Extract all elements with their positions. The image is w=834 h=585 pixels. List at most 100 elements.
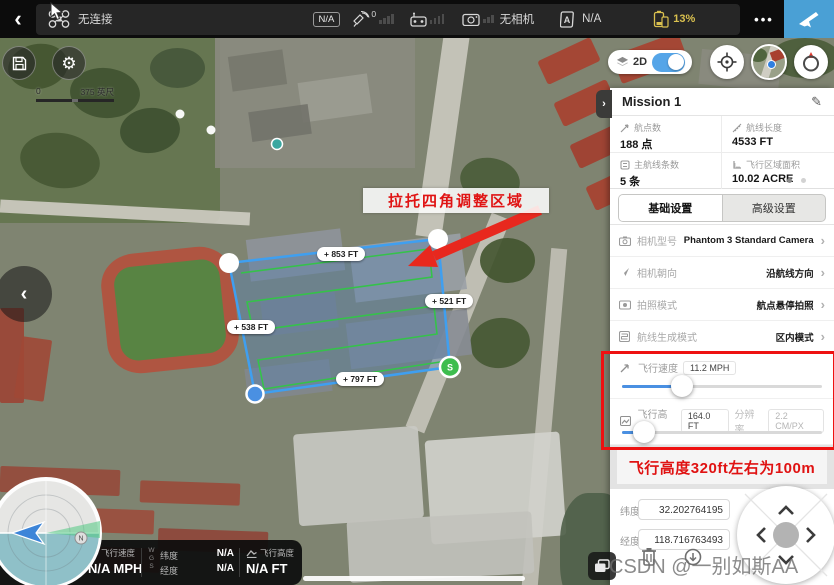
speed-slider-track[interactable] — [622, 385, 822, 388]
north-label: N — [78, 536, 83, 543]
collapse-panel-tab[interactable]: › — [596, 90, 612, 118]
longitude-label: 经度 — [620, 533, 640, 548]
tele-lng-value: N/A — [206, 563, 234, 574]
page-dot-active[interactable] — [787, 178, 792, 183]
nudge-left-icon[interactable] — [758, 528, 765, 542]
more-menu-button[interactable]: ••• — [744, 12, 784, 27]
capture-mode-icon — [619, 300, 631, 310]
stat-waypoints: 航点数 188 点 — [610, 116, 722, 153]
tutorial-annotation: 拉托四角调整区域 — [363, 188, 549, 213]
camera-signal-bars — [483, 15, 494, 23]
battery-icon — [653, 10, 669, 28]
scale-bar-line — [36, 99, 114, 102]
fly-button[interactable] — [784, 0, 834, 38]
crosshair-icon — [717, 52, 737, 72]
chevron-right-icon: › — [821, 265, 825, 280]
setting-route-mode[interactable]: 航线生成模式 区内模式 › — [610, 321, 834, 353]
chevron-right-icon: › — [821, 233, 825, 248]
nudge-center-knob[interactable] — [773, 522, 799, 548]
minimap-trees — [751, 48, 767, 62]
mission-title: Mission 1 — [622, 94, 811, 109]
tele-lat-label: 纬度 — [160, 549, 178, 562]
edit-mission-icon[interactable]: ✎ — [811, 94, 822, 110]
view-mode-control[interactable]: 2D — [608, 50, 692, 74]
gps-signal-bars — [379, 14, 394, 24]
setting-capture-mode[interactable]: 拍照模式 航点悬停拍照 › — [610, 289, 834, 321]
route-length-icon — [732, 123, 742, 133]
stat-route-length: 航线长度 4533 FT — [722, 116, 834, 153]
altitude-slider-track[interactable] — [622, 431, 822, 434]
speed-slider-thumb[interactable] — [671, 375, 693, 397]
compass-reset-button[interactable] — [794, 45, 828, 79]
flight-speed-icon — [620, 362, 631, 373]
top-status-bar: ‹ 无连接 N/A 0 — [0, 0, 834, 38]
view-mode-label: 2D — [633, 56, 647, 68]
tab-basic-settings[interactable]: 基础设置 — [619, 195, 723, 221]
gear-icon: ⚙ — [61, 55, 76, 72]
tele-speed-label: 飞行速度 — [101, 547, 135, 559]
annotation-arrow-shaft — [434, 210, 540, 256]
tab-advanced-settings[interactable]: 高级设置 — [723, 195, 826, 221]
polygon-corner-handle-bl[interactable] — [247, 386, 264, 403]
tele-alt-label: 飞行高度 — [260, 547, 294, 559]
mission-stats: 航点数 188 点 航线长度 4533 FT 主航线条数 5 条 — [610, 116, 834, 189]
map-scale-bar: 0 375 英尺 — [36, 86, 114, 102]
nudge-up-icon[interactable] — [779, 507, 793, 514]
gps-satellite-icon — [352, 11, 370, 27]
camera-icon — [619, 236, 631, 246]
map-poi-marker — [272, 139, 283, 150]
nudge-right-icon[interactable] — [807, 528, 814, 542]
flight-altitude-icon — [620, 416, 631, 426]
tele-lat-value: N/A — [206, 548, 234, 559]
latitude-input[interactable]: 32.202764195 — [638, 499, 730, 520]
scale-distance: 375 英尺 — [80, 86, 114, 98]
setting-camera-heading[interactable]: 相机朝向 沿航线方向 › — [610, 257, 834, 289]
setting-camera-model[interactable]: 相机型号 Phantom 3 Standard Camera › — [610, 225, 834, 257]
route-mode-icon — [619, 331, 630, 342]
rc-signal-bars — [430, 14, 445, 24]
altitude-slider-row: 飞行高度 164.0 FT 分辨率 2.2 CM/PX — [610, 399, 834, 445]
altitude-slider-thumb[interactable] — [633, 421, 655, 443]
page-dots — [787, 178, 806, 183]
locate-me-button[interactable] — [710, 45, 744, 79]
checklist-value: N/A — [582, 13, 601, 25]
remote-controller-icon — [410, 12, 427, 27]
speed-slider-row: 飞行速度 11.2 MPH — [610, 353, 834, 399]
latitude-label: 纬度 — [620, 503, 640, 518]
minimap-button[interactable] — [751, 44, 787, 80]
checklist-icon: A — [560, 10, 577, 28]
datum-label: WGS — [148, 547, 156, 571]
flight-mode-badge[interactable]: N/A — [313, 12, 341, 27]
compass-icon — [800, 51, 822, 73]
note-section: 飞行高度320ft左右为100m — [610, 445, 834, 489]
camera-status-icon — [462, 12, 480, 26]
toggle-knob — [668, 54, 684, 70]
svg-text:A: A — [564, 15, 571, 25]
map-poi-dot — [207, 126, 216, 135]
resolution-value: 2.2 CM/PX — [768, 409, 824, 433]
2d-toggle[interactable] — [652, 53, 685, 72]
divider — [239, 548, 240, 577]
status-panel: 无连接 N/A 0 无相机 — [36, 4, 740, 35]
tele-lng-label: 经度 — [160, 564, 178, 577]
altitude-note: 飞行高度320ft左右为100m — [617, 450, 827, 484]
altitude-value: 164.0 FT — [681, 409, 730, 433]
map-poi-dot — [176, 110, 185, 119]
polygon-corner-handle-tl[interactable] — [219, 253, 239, 273]
edge-length-top: + 853 FT — [317, 247, 365, 261]
page-dot[interactable] — [801, 178, 806, 183]
gps-count: 0 — [371, 9, 376, 19]
attitude-compass-widget: N — [0, 475, 104, 585]
waypoint-icon — [620, 123, 630, 133]
settings-tabs: 基础设置 高级设置 — [610, 189, 834, 225]
minimap-position-dot — [767, 60, 776, 69]
airplane-icon — [797, 7, 821, 31]
back-button[interactable]: ‹ — [0, 0, 36, 38]
speed-value: 11.2 MPH — [683, 361, 736, 375]
area-ruler-icon — [732, 160, 742, 170]
connection-status: 无连接 — [78, 11, 113, 27]
main-lines-icon — [620, 160, 630, 170]
settings-button[interactable]: ⚙ — [52, 46, 86, 80]
save-mission-button[interactable] — [2, 46, 36, 80]
edge-length-left: + 538 FT — [227, 320, 275, 334]
